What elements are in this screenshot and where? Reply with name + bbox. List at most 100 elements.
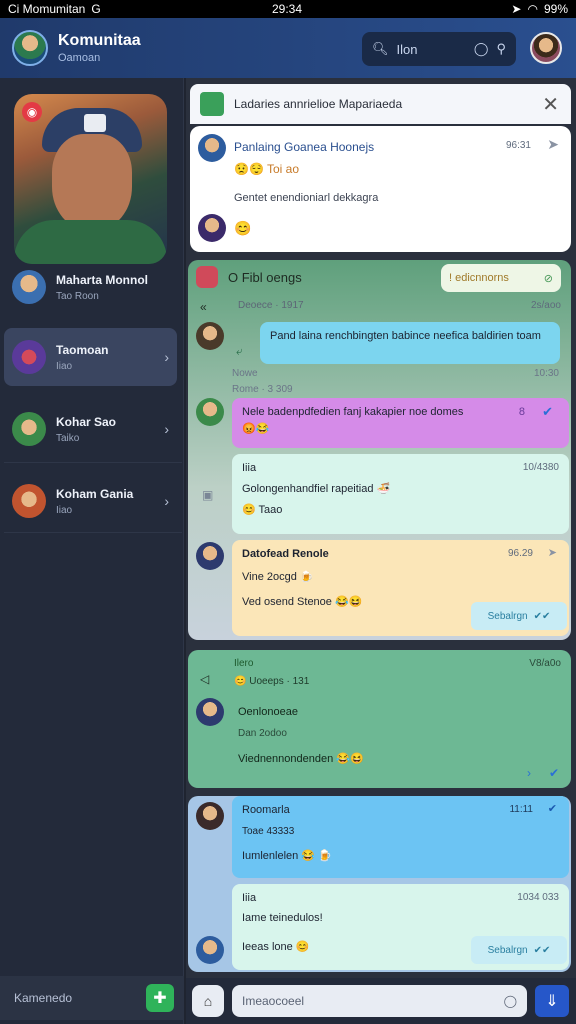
user-avatar[interactable] [530, 32, 562, 64]
contact-sub: Iiao [56, 360, 73, 372]
notification-badge[interactable]: ◉ [22, 102, 42, 122]
message-input[interactable]: Imeaocoeel ◯ [232, 985, 527, 1017]
message-time: 1034 033 [517, 892, 559, 903]
message-placeholder: Imeaocoeel [242, 994, 305, 1008]
double-check-icon: ✔✔ [533, 944, 551, 956]
contact-name: Taomoan [56, 342, 109, 357]
contact-avatar [12, 340, 46, 374]
message-text: Iumlenlelen 😂 🍺 [242, 850, 332, 862]
count-badge: 8 [518, 406, 525, 418]
back-icon[interactable]: « [200, 300, 207, 314]
contact-name: Maharta Monnol [56, 272, 148, 287]
search-box[interactable]: 🔍︎ Ilon ◯ ⚲ [362, 32, 516, 66]
read-check-icon: ✔ [547, 803, 557, 815]
message-bubble[interactable]: Datofead Renole Vine 2ocgd 🍺 Ved osend S… [232, 540, 569, 636]
message-time: 96.29 [507, 548, 533, 559]
app-icon [200, 92, 224, 116]
send-icon[interactable]: ➤ [547, 136, 559, 153]
contact-sub: Iiao [56, 504, 73, 516]
section-title: O Fibl oengs [228, 270, 302, 285]
message-bubble[interactable]: Nele badenpdfedien fanj kakapier noe dom… [232, 398, 569, 448]
new-chat-button[interactable]: ✚ [146, 984, 174, 1012]
contact-item-active[interactable]: Taomoan Iiao › [4, 328, 177, 386]
send-arrow-icon: ⇓ [545, 993, 559, 1010]
reply-icon[interactable]: ⤶ [236, 344, 243, 359]
emoji-icon[interactable]: ◯ [504, 994, 517, 1008]
sender-avatar [198, 134, 226, 162]
pill-label: ! edicnnorns [449, 272, 509, 284]
message-time: 11:11 [509, 804, 533, 815]
close-icon[interactable]: ✕ [542, 92, 559, 117]
chat-section: O Fibl oengs ! edicnnorns ⊘ « Deoece · 1… [188, 260, 571, 640]
message-label: Nowe [232, 368, 258, 379]
contact-name: Kohar Sao [56, 414, 117, 429]
search-input[interactable]: Ilon [397, 42, 418, 57]
group-icon [196, 266, 218, 288]
action-button[interactable]: Sebalrgn ✔✔ [471, 936, 567, 964]
message-time: 10:30 [533, 368, 559, 379]
send-button[interactable]: ⇓ [535, 985, 569, 1017]
top-message-card[interactable]: Panlaing Goanea Hoonejs 96:31 ➤ 😟😌 Toi a… [190, 126, 571, 252]
action-label: Sebalrgn [487, 610, 528, 622]
message-bubble[interactable]: Iiia Golongenhandfiel rapeitiad 🍜 😊 Taao… [232, 454, 569, 534]
sender-time: 2s/aoo [530, 300, 561, 311]
message-text: Viednennondenden 😂😆 [238, 753, 364, 765]
footer-label: Kamenedo [14, 991, 73, 1005]
forward-icon[interactable]: › [527, 766, 531, 780]
attach-icon: ⌂ [203, 993, 213, 1009]
message-sender: Iiia [242, 462, 257, 474]
reaction-emojis: 😡😂 [242, 423, 270, 435]
section-tag: Ilero [234, 658, 254, 669]
message-text: Golongenhandfiel rapeitiad 🍜 [242, 483, 391, 495]
message-bubble[interactable]: Iiia Iame teinedulos! Ieeas lone 😊 1034 … [232, 884, 569, 970]
sender-avatar [196, 936, 224, 964]
sender-avatar [196, 698, 224, 726]
chat-section[interactable]: Ilero V8/a0o ◁ 😊 Uoeeps · 131 Oenlonoeae… [188, 650, 571, 788]
sender-name: Panlaing Goanea Hoonejs [234, 140, 375, 154]
message-sender: Oenlonoeae [238, 706, 298, 718]
contact-sub: Taiko [56, 432, 80, 444]
contact-avatar [12, 484, 46, 518]
action-button[interactable]: Sebalrgn ✔✔ [471, 602, 567, 630]
divider [4, 532, 182, 533]
emoji-icon: 😊 [234, 220, 252, 236]
sender-meta: Deoece · 1917 [238, 300, 304, 311]
send-icon[interactable]: ➤ [548, 546, 557, 559]
sender-avatar [198, 214, 226, 242]
attach-button[interactable]: ⌂ [192, 985, 224, 1017]
message-bubble[interactable]: Roomarla Toae 43333 Iumlenlelen 😂 🍺 11:1… [232, 796, 569, 878]
record-icon[interactable]: ◯ [474, 41, 489, 57]
message-sub: Dan 2odoo [238, 728, 287, 739]
pill-button[interactable]: ! edicnnorns ⊘ [441, 264, 561, 292]
contact-item[interactable]: Kohar Sao Taiko › [4, 400, 177, 458]
contact-sub: Tao Roon [56, 290, 99, 302]
sender-avatar [196, 322, 224, 350]
contact-name: Koham Gania [56, 486, 134, 501]
action-label: Sebalrgn [487, 944, 528, 956]
search-icon[interactable]: 🔍︎ [372, 41, 389, 57]
profile-hero-image[interactable]: ◉ [14, 94, 167, 264]
message-time: 96:31 [505, 140, 531, 151]
battery-label: 99% [543, 2, 568, 16]
message-sub: Toae 43333 [242, 826, 295, 837]
plus-icon: ✚ [153, 990, 167, 1007]
back-icon[interactable]: ◁ [200, 672, 209, 686]
contact-item[interactable]: Koham Gania Iiao › [4, 472, 177, 530]
message-bubble[interactable]: Pand laina renchbingten babince neefica … [260, 322, 560, 364]
calendar-icon: ▣ [202, 488, 214, 502]
chat-section: Roomarla Toae 43333 Iumlenlelen 😂 🍺 11:1… [188, 796, 571, 972]
notification-banner: Ladaries annrielioe Mapariaeda ✕ [190, 84, 571, 124]
double-check-icon: ✔✔ [533, 610, 551, 622]
location-icon: ➤ [511, 2, 522, 16]
cap-logo-icon [84, 114, 106, 132]
app-title: Komunitaa [58, 32, 141, 49]
app-logo [12, 30, 48, 66]
app-header: Komunitaa Oamoan 🔍︎ Ilon ◯ ⚲ [0, 18, 576, 78]
message-time: V8/a0o [529, 658, 561, 669]
contact-item[interactable]: Maharta Monnol Tao Roon [4, 258, 177, 316]
carrier-label: Ci Momumitan [8, 2, 86, 16]
search-icon-2[interactable]: ⚲ [496, 41, 506, 57]
sender-avatar [196, 398, 224, 426]
read-check-icon: ✔ [542, 404, 553, 419]
divider [4, 462, 182, 463]
